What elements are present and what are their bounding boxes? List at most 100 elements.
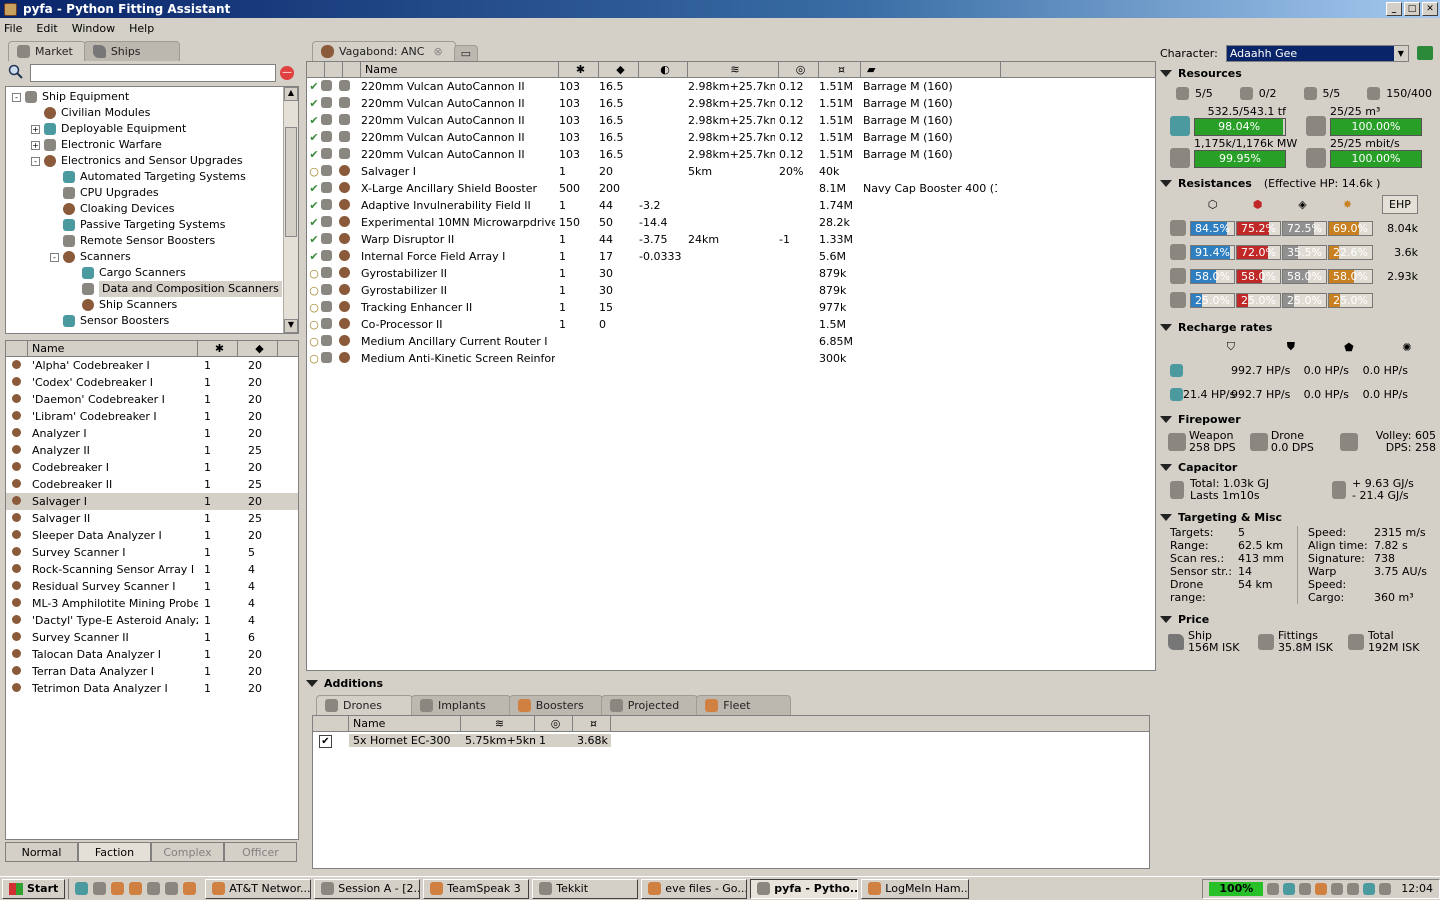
col-drone-misc-icon[interactable]: ◎	[535, 716, 573, 731]
module-row[interactable]: ✔ 220mm Vulcan AutoCannon II 103 16.5 2.98km…	[307, 146, 1155, 163]
tray-app-icon[interactable]	[1299, 882, 1312, 895]
capacitor-section-header[interactable]: Capacitor	[1160, 458, 1436, 476]
col-charge-icon[interactable]: ▰	[861, 62, 1001, 77]
module-row[interactable]: ✔ 220mm Vulcan AutoCannon II 103 16.5 2.98km…	[307, 129, 1155, 146]
market-search-input[interactable]	[30, 64, 276, 82]
quicklaunch-explorer-icon[interactable]	[147, 882, 161, 895]
tab-fit-vagabond[interactable]: Vagabond: ANC ⊗	[312, 41, 456, 61]
list-item[interactable]: 'Libram' Codebreaker I 1 20	[6, 408, 298, 425]
tab-projected[interactable]: Projected	[600, 695, 699, 715]
col-module-name[interactable]: Name	[361, 62, 559, 77]
quicklaunch-norton-icon[interactable]	[111, 882, 125, 895]
close-button[interactable]: ✕	[1422, 2, 1438, 16]
start-button[interactable]: Start	[2, 878, 66, 899]
list-item[interactable]: Codebreaker II 1 25	[6, 476, 298, 493]
taskbar-item[interactable]: Tekkit	[532, 878, 639, 899]
ehp-toggle-button[interactable]: EHP	[1382, 194, 1418, 214]
module-row[interactable]: ○ Co-Processor II 1 0 1.5M	[307, 316, 1155, 333]
taskbar-item[interactable]: TeamSpeak 3	[423, 878, 530, 899]
module-offline-icon[interactable]: ○	[307, 165, 321, 178]
menu-help[interactable]: Help	[129, 22, 154, 35]
module-active-icon[interactable]: ✔	[307, 216, 321, 229]
drone-row[interactable]: ✔ 5x Hornet EC-300 5.75km+5km 1 3.68k	[313, 732, 1149, 749]
col-drone-range-icon[interactable]: ≋	[461, 716, 535, 731]
meta-tab-complex[interactable]: Complex	[151, 842, 224, 862]
tray-volume-icon[interactable]	[1379, 882, 1392, 895]
tab-ships[interactable]: Ships	[83, 41, 180, 61]
module-row[interactable]: ✔ 220mm Vulcan AutoCannon II 103 16.5 2.98km…	[307, 112, 1155, 129]
list-item[interactable]: ML-3 Amphilotite Mining Probe 1 4	[6, 595, 298, 612]
recharge-section-header[interactable]: Recharge rates	[1160, 318, 1436, 336]
tree-node[interactable]: Sensor Boosters	[12, 313, 298, 329]
taskbar-item[interactable]: AT&T Networ...	[205, 878, 312, 899]
expander-icon[interactable]: -	[50, 252, 59, 262]
module-offline-icon[interactable]: ○	[307, 284, 321, 297]
menu-window[interactable]: Window	[72, 22, 115, 35]
list-item[interactable]: Analyzer II 1 25	[6, 442, 298, 459]
quicklaunch-cmd-icon[interactable]	[93, 882, 107, 895]
quicklaunch-firefox-icon[interactable]	[183, 882, 197, 895]
list-item[interactable]: 'Alpha' Codebreaker I 1 20	[6, 357, 298, 374]
market-tree-scrollbar[interactable]: ▲ ▼	[283, 87, 298, 333]
module-active-icon[interactable]: ✔	[307, 114, 321, 127]
price-section-header[interactable]: Price	[1160, 610, 1436, 628]
module-active-icon[interactable]: ✔	[307, 250, 321, 263]
module-row[interactable]: ○ Medium Ancillary Current Router I 6.85M	[307, 333, 1155, 350]
module-row[interactable]: ✔ 220mm Vulcan AutoCannon II 103 16.5 2.98km…	[307, 95, 1155, 112]
character-editor-icon[interactable]	[1416, 46, 1433, 60]
module-active-icon[interactable]: ✔	[307, 97, 321, 110]
taskbar-item[interactable]: pyfa - Pytho...	[750, 878, 859, 899]
module-row[interactable]: ○ Gyrostabilizer II 1 30 879k	[307, 282, 1155, 299]
module-offline-icon[interactable]: ○	[307, 267, 321, 280]
list-item[interactable]: 'Codex' Codebreaker I 1 20	[6, 374, 298, 391]
expander-icon[interactable]: -	[31, 156, 40, 166]
additions-section-header[interactable]: Additions	[306, 674, 1156, 692]
col-cpu-icon[interactable]: ✱	[198, 341, 238, 356]
meta-tab-officer[interactable]: Officer	[224, 842, 297, 862]
tab-implants[interactable]: Implants	[410, 695, 511, 715]
new-tab-button[interactable]: ▭	[453, 45, 479, 61]
clear-search-icon[interactable]: —	[280, 66, 294, 80]
expander-icon[interactable]: -	[12, 92, 21, 102]
tray-flag-icon[interactable]	[1331, 882, 1344, 895]
list-item[interactable]: 'Daemon' Codebreaker I 1 20	[6, 391, 298, 408]
module-row[interactable]: ✔ Adaptive Invulnerability Field II 1 44 -3.…	[307, 197, 1155, 214]
tab-boosters[interactable]: Boosters	[508, 695, 603, 715]
module-row[interactable]: ○ Salvager I 1 20 5km 20% 40k	[307, 163, 1155, 180]
list-item[interactable]: Salvager I 1 20	[6, 493, 298, 510]
list-item[interactable]: Survey Scanner II 1 6	[6, 629, 298, 646]
tree-node[interactable]: + Deployable Equipment	[12, 121, 298, 137]
module-offline-icon[interactable]: ○	[307, 335, 321, 348]
col-range-icon[interactable]: ≋	[688, 62, 779, 77]
col-pg-icon[interactable]: ◆	[238, 341, 278, 356]
tree-node[interactable]: Automated Targeting Systems	[12, 169, 298, 185]
module-active-icon[interactable]: ✔	[307, 182, 321, 195]
meta-tab-faction[interactable]: Faction	[78, 842, 151, 862]
list-item[interactable]: Tetrimon Data Analyzer I 1 20	[6, 680, 298, 697]
module-row[interactable]: ○ Medium Anti-Kinetic Screen Reinforcer I…	[307, 350, 1155, 367]
col-drone-price-icon[interactable]: ¤	[573, 716, 611, 731]
network-icon[interactable]	[1283, 882, 1296, 895]
col-pg-icon[interactable]: ◆	[599, 62, 639, 77]
module-row[interactable]: ✔ Warp Disruptor II 1 44 -3.75 24km -1 1.33M	[307, 231, 1155, 248]
col-drone-name[interactable]: Name	[349, 716, 461, 731]
tree-node[interactable]: Ship Scanners	[12, 297, 298, 313]
tree-node[interactable]: CPU Upgrades	[12, 185, 298, 201]
taskbar-item[interactable]: Session A - [2...	[314, 878, 421, 899]
character-select[interactable]: Adaahh Gee ▼	[1225, 44, 1409, 62]
tree-node[interactable]: Cloaking Devices	[12, 201, 298, 217]
list-item[interactable]: Analyzer I 1 20	[6, 425, 298, 442]
module-active-icon[interactable]: ✔	[307, 233, 321, 246]
tree-node[interactable]: Cargo Scanners	[12, 265, 298, 281]
list-item[interactable]: Salvager II 1 25	[6, 510, 298, 527]
shield-tray-icon[interactable]	[1315, 882, 1328, 895]
tree-node[interactable]: Civilian Modules	[12, 105, 298, 121]
list-item[interactable]: Survey Scanner I 1 5	[6, 544, 298, 561]
firepower-section-header[interactable]: Firepower	[1160, 410, 1436, 428]
module-active-icon[interactable]: ✔	[307, 199, 321, 212]
tab-market[interactable]: Market	[8, 41, 86, 61]
list-item[interactable]: 'Dactyl' Type-E Asteroid Analyzer 1 4	[6, 612, 298, 629]
quicklaunch-calc-icon[interactable]	[165, 882, 179, 895]
minimize-button[interactable]: _	[1386, 2, 1402, 16]
module-active-icon[interactable]: ✔	[307, 131, 321, 144]
